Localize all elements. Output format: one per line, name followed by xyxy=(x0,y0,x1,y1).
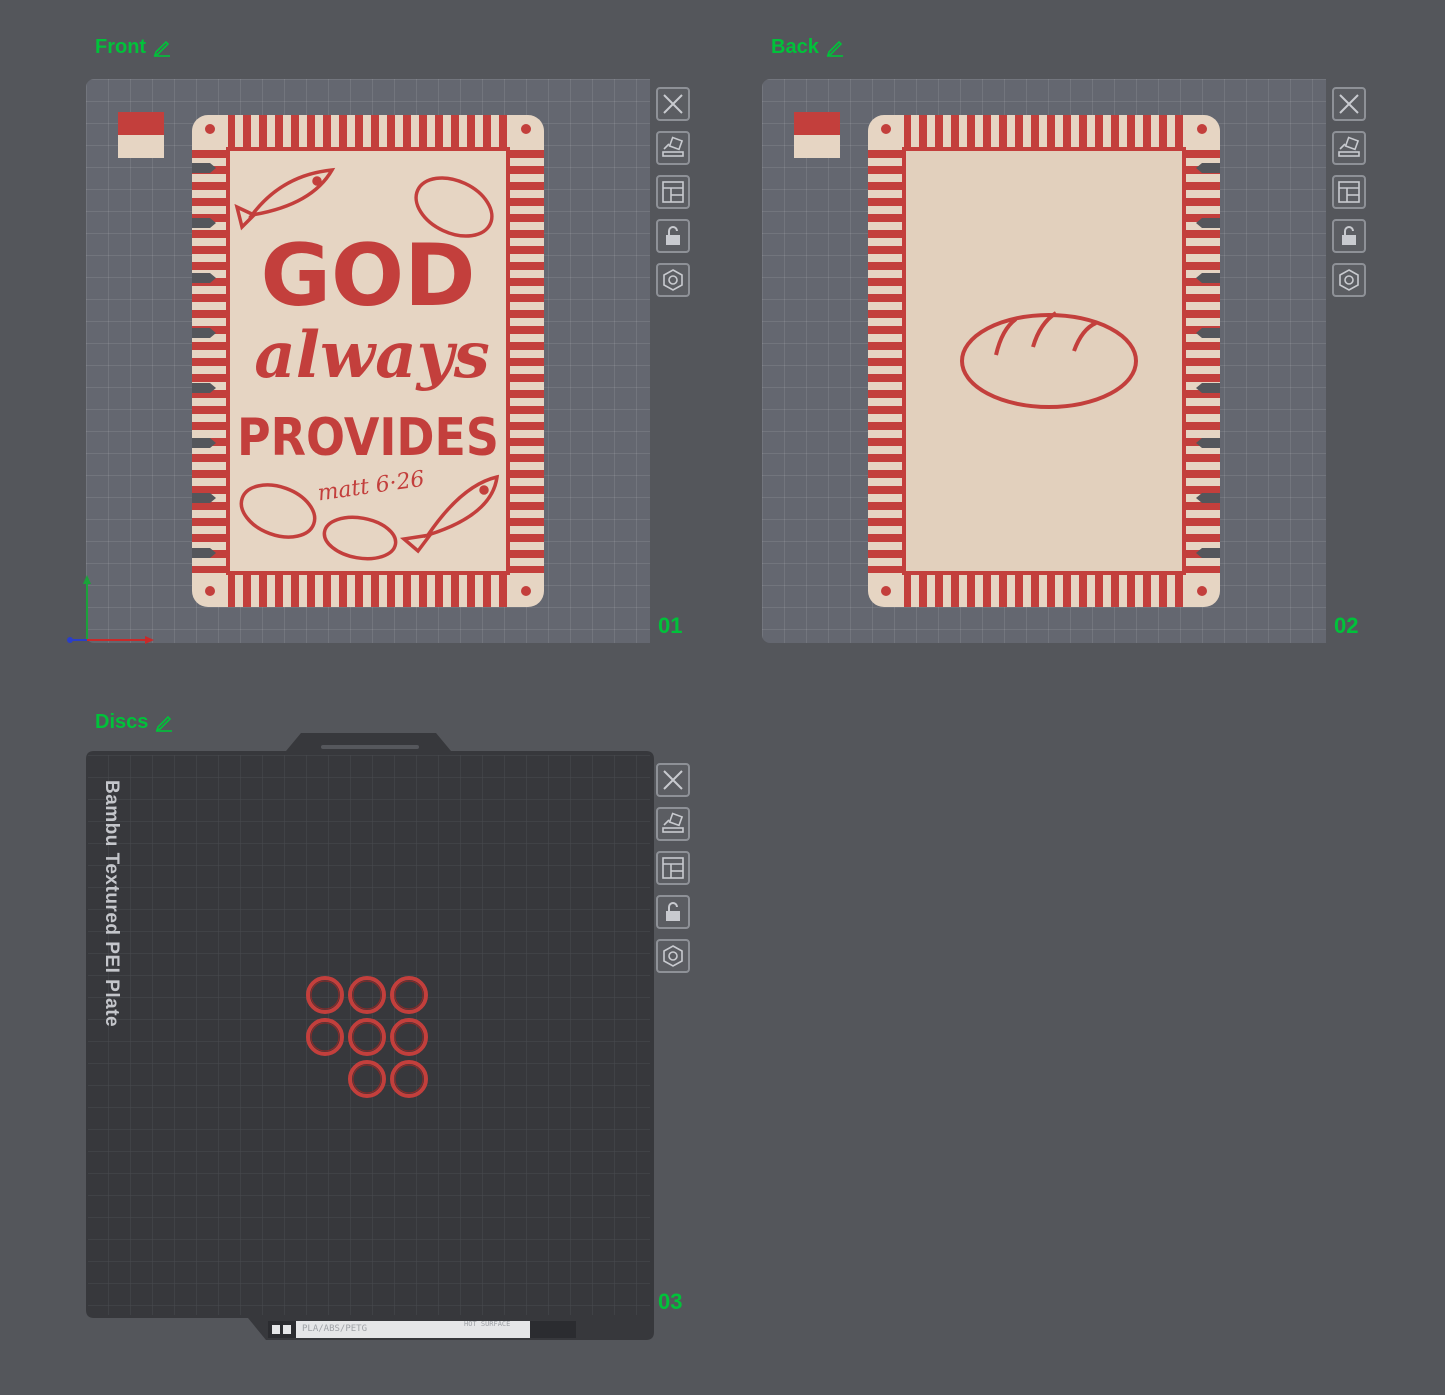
arrange-button[interactable] xyxy=(656,851,690,885)
plate-number: 03 xyxy=(658,1289,683,1314)
plate-toolbar-3 xyxy=(656,763,690,973)
lock-icon xyxy=(666,902,680,921)
settings-icon xyxy=(663,945,683,967)
close-icon xyxy=(663,770,683,790)
disc xyxy=(348,976,386,1014)
plate-settings-button[interactable] xyxy=(656,939,690,973)
disc xyxy=(348,1060,386,1098)
disc xyxy=(348,1018,386,1056)
disc xyxy=(390,1060,428,1098)
lock-plate-button[interactable] xyxy=(656,895,690,929)
disc xyxy=(390,1018,428,1056)
disc xyxy=(306,976,344,1014)
arrange-icon xyxy=(662,857,684,879)
auto-orient-button[interactable] xyxy=(656,807,690,841)
close-plate-button[interactable] xyxy=(656,763,690,797)
disc xyxy=(390,976,428,1014)
disc xyxy=(306,1018,344,1056)
disc-models[interactable] xyxy=(0,0,1445,1395)
auto-orient-icon xyxy=(662,812,684,833)
